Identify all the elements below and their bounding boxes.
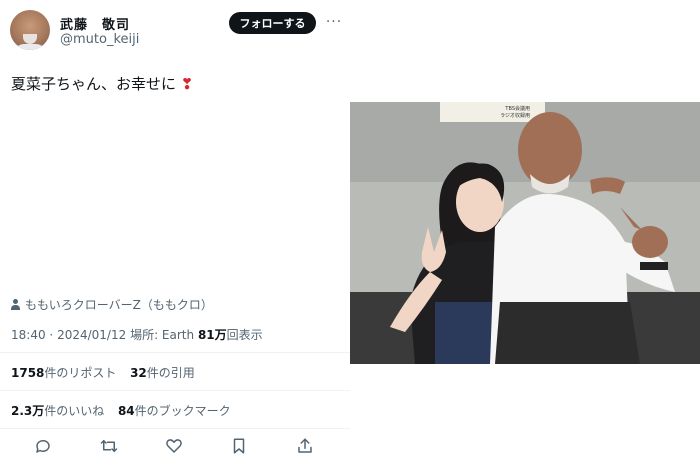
tweet-photo[interactable]: TBS会議用 ラジオ収録用 — [350, 102, 700, 364]
divider — [0, 352, 350, 353]
likes-count: 2.3万 — [11, 404, 45, 418]
bookmarks-stat[interactable]: 84件のブックマーク — [118, 404, 231, 418]
meta-separator: · — [49, 328, 54, 342]
reposts-count: 1758 — [11, 366, 45, 380]
views-label: 回表示 — [226, 328, 263, 342]
photo-illustration: TBS会議用 ラジオ収録用 — [350, 102, 700, 364]
tweet-header: 武藤 敬司 @muto_keiji フォローする ··· — [10, 10, 345, 54]
sign-line-1: TBS会議用 — [504, 105, 530, 112]
quotes-count: 32 — [130, 366, 147, 380]
views-count: 81万 — [197, 328, 227, 342]
more-options-icon[interactable]: ··· — [322, 12, 346, 32]
reposts-label: 件のリポスト — [44, 366, 117, 380]
tweet-location: 場所: Earth — [130, 328, 195, 342]
bookmarks-count: 84 — [117, 404, 135, 418]
reply-icon[interactable] — [27, 430, 59, 462]
display-name[interactable]: 武藤 敬司 — [60, 14, 130, 33]
action-bar — [0, 430, 350, 462]
divider — [0, 428, 350, 429]
quotes-label: 件の引用 — [146, 366, 195, 380]
tweet-text: 夏菜子ちゃん、お幸せに ❣ — [11, 73, 193, 94]
user-handle[interactable]: @muto_keiji — [60, 32, 139, 47]
tweet-time[interactable]: 18:40 — [11, 328, 46, 342]
avatar[interactable] — [10, 10, 50, 50]
tweet-meta: 18:40 · 2024/01/12 場所: Earth 81万回表示 — [11, 326, 263, 343]
reposts-stat[interactable]: 1758件のリポスト — [11, 366, 116, 380]
share-icon[interactable] — [289, 430, 321, 462]
tagged-account-row[interactable]: ももいろクローバーZ（ももクロ） — [11, 296, 213, 313]
tagged-account-label: ももいろクローバーZ（ももクロ） — [25, 298, 213, 312]
like-stats-row: 2.3万件のいいね 84件のブックマーク — [11, 402, 231, 419]
likes-stat[interactable]: 2.3万件のいいね — [11, 404, 104, 418]
like-icon[interactable] — [158, 430, 190, 462]
likes-label: 件のいいね — [44, 404, 105, 418]
person-icon — [11, 299, 21, 310]
retweet-icon[interactable] — [93, 430, 125, 462]
tweet-text-body: 夏菜子ちゃん、お幸せに — [11, 75, 177, 93]
tweet-date[interactable]: 2024/01/12 — [57, 328, 126, 342]
quotes-stat[interactable]: 32件の引用 — [130, 366, 195, 380]
follow-button[interactable]: フォローする — [229, 12, 316, 34]
bookmarks-label: 件のブックマーク — [134, 404, 231, 418]
heart-exclamation-icon: ❣ — [180, 75, 194, 93]
divider — [0, 390, 350, 391]
repost-stats-row: 1758件のリポスト 32件の引用 — [11, 364, 195, 381]
sign-line-2: ラジオ収録用 — [500, 112, 530, 119]
bookmark-icon[interactable] — [223, 430, 255, 462]
